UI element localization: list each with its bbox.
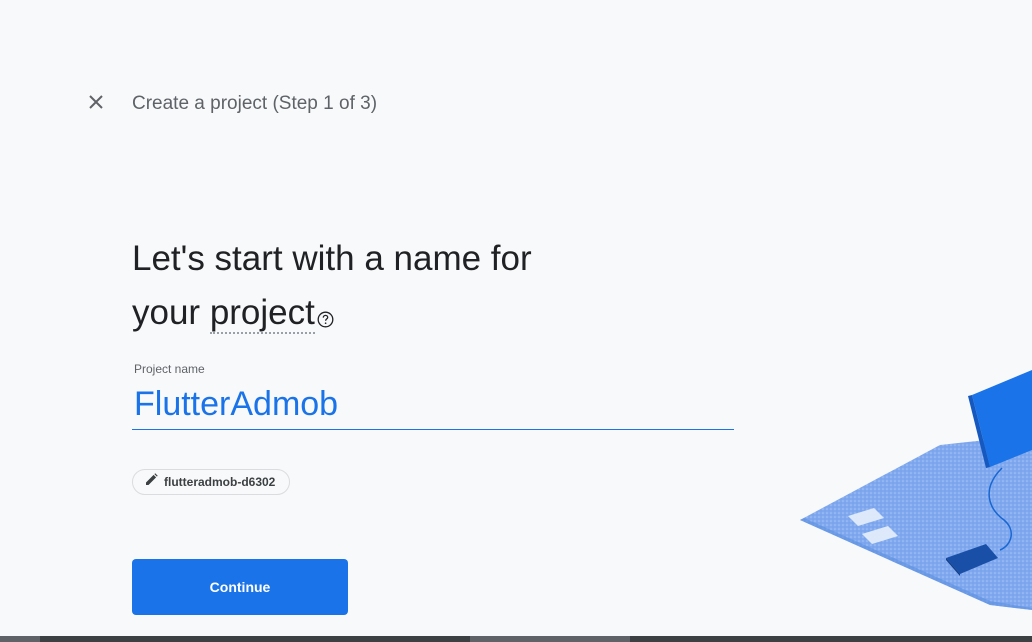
project-id-chip[interactable]: flutteradmob-d6302	[132, 469, 291, 495]
heading-line-2-prefix: your	[132, 293, 210, 332]
pencil-icon	[145, 473, 158, 491]
project-term[interactable]: project	[209, 293, 315, 334]
step-title: Create a project (Step 1 of 3)	[132, 93, 378, 114]
bottom-bar-segment	[470, 636, 630, 642]
project-name-input[interactable]	[132, 380, 734, 430]
page-heading: Let's start with a name for your project	[132, 232, 652, 344]
heading-line-1: Let's start with a name for	[132, 239, 532, 278]
close-button[interactable]	[84, 92, 108, 116]
workspace-illustration	[800, 370, 1032, 610]
help-circle-icon[interactable]	[317, 290, 334, 344]
project-name-label: Project name	[134, 362, 205, 376]
bottom-bar	[0, 636, 1032, 642]
bottom-bar-segment	[0, 636, 40, 642]
close-icon	[88, 94, 104, 115]
continue-button[interactable]: Continue	[132, 559, 348, 615]
project-id-text: flutteradmob-d6302	[164, 475, 276, 489]
